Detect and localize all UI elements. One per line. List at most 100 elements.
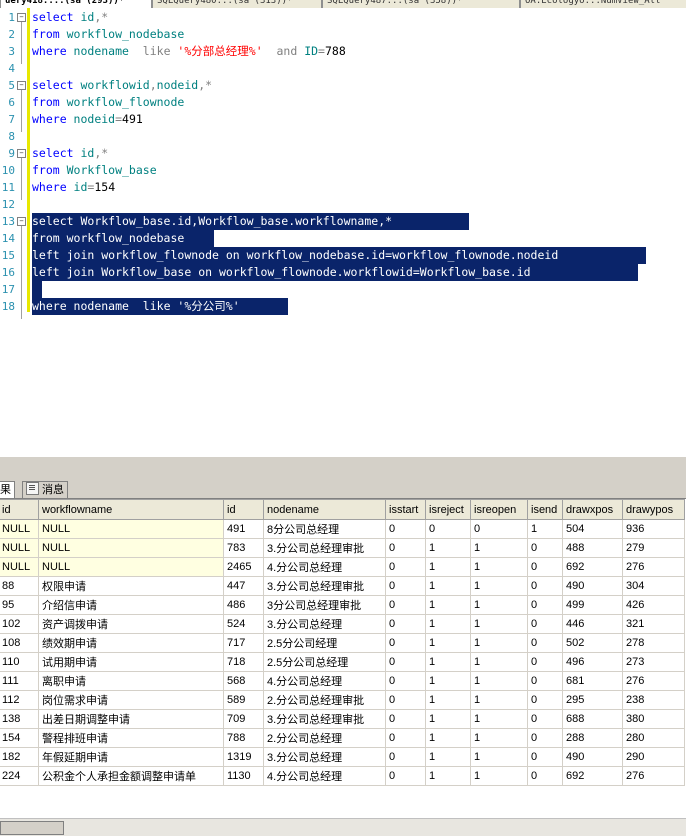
table-cell[interactable]: 1 (470, 614, 528, 634)
table-cell[interactable]: NULL (38, 557, 224, 577)
collapse-icon[interactable]: − (17, 217, 26, 226)
table-cell[interactable]: 1 (470, 652, 528, 672)
table-cell[interactable]: 0 (385, 633, 426, 653)
horizontal-scrollbar[interactable] (0, 818, 686, 836)
table-cell[interactable]: 1 (425, 728, 471, 748)
table-row[interactable]: 224 公积金个人承担金额调整申请单 1130 4.分公司总经理 0 1 1 0 692 276 (0, 766, 685, 786)
document-tab[interactable]: uery418....(sa (293))* (0, 0, 152, 8)
table-row[interactable]: 111 离职申请 568 4.分公司总经理 0 1 1 0 681 276 (0, 671, 685, 691)
table-cell[interactable]: 3.分公司总经理 (263, 614, 386, 634)
table-cell[interactable]: 182 (0, 747, 39, 767)
table-cell[interactable]: 278 (622, 633, 685, 653)
table-cell[interactable]: 446 (562, 614, 623, 634)
table-cell[interactable]: 0 (527, 576, 563, 596)
table-cell[interactable]: 524 (223, 614, 264, 634)
table-cell[interactable]: 0 (385, 766, 426, 786)
table-cell[interactable]: 0 (527, 595, 563, 615)
column-header[interactable]: isstart (385, 499, 426, 520)
table-cell[interactable]: 3.分公司总经理审批 (263, 576, 386, 596)
table-cell[interactable]: 276 (622, 557, 685, 577)
table-cell[interactable]: 276 (622, 671, 685, 691)
table-cell[interactable]: 447 (223, 576, 264, 596)
table-cell[interactable]: 0 (527, 671, 563, 691)
table-cell[interactable]: 224 (0, 766, 39, 786)
collapse-icon[interactable]: − (17, 149, 26, 158)
column-header[interactable]: nodename (263, 499, 386, 520)
table-cell[interactable]: 108 (0, 633, 39, 653)
table-cell[interactable]: 1 (425, 747, 471, 767)
table-cell[interactable]: 1 (425, 690, 471, 710)
sql-editor[interactable]: 1−2 3 4 5−6 7 8 9−10 11 12 13−14 15 16 17 18 select i… (0, 8, 686, 456)
table-cell[interactable]: 504 (562, 519, 623, 539)
table-cell[interactable]: 426 (622, 595, 685, 615)
table-cell[interactable]: 资产调拨申请 (38, 614, 224, 634)
table-cell[interactable]: 288 (562, 728, 623, 748)
table-cell[interactable]: 88 (0, 576, 39, 596)
table-cell[interactable]: 788 (223, 728, 264, 748)
table-cell[interactable]: 0 (527, 766, 563, 786)
table-cell[interactable]: 1 (527, 519, 563, 539)
table-cell[interactable]: 1 (425, 557, 471, 577)
table-cell[interactable]: NULL (0, 519, 39, 539)
table-cell[interactable]: 0 (385, 614, 426, 634)
table-cell[interactable]: 1130 (223, 766, 264, 786)
column-header[interactable]: workflowname (38, 499, 224, 520)
table-cell[interactable]: 273 (622, 652, 685, 672)
table-cell[interactable]: 688 (562, 709, 623, 729)
table-cell[interactable]: 1 (425, 633, 471, 653)
table-cell[interactable]: 公积金个人承担金额调整申请单 (38, 766, 224, 786)
table-cell[interactable]: 0 (527, 728, 563, 748)
table-row[interactable]: NULL NULL 783 3.分公司总经理审批 0 1 1 0 488 279 (0, 538, 685, 558)
collapse-icon[interactable]: − (17, 81, 26, 90)
table-cell[interactable]: 783 (223, 538, 264, 558)
table-cell[interactable]: 2.5分公司经理 (263, 633, 386, 653)
table-cell[interactable]: 238 (622, 690, 685, 710)
table-cell[interactable]: 岗位需求申请 (38, 690, 224, 710)
table-cell[interactable]: 279 (622, 538, 685, 558)
table-cell[interactable]: 3.分公司总经理审批 (263, 538, 386, 558)
pane-splitter[interactable] (0, 456, 686, 481)
table-cell[interactable]: 0 (425, 519, 471, 539)
table-cell[interactable]: 1319 (223, 747, 264, 767)
column-header[interactable]: isreject (425, 499, 471, 520)
table-cell[interactable]: 1 (470, 728, 528, 748)
results-tab-0[interactable]: 果 (0, 481, 15, 498)
table-row[interactable]: 154 警程排班申请 788 2.分公司总经理 0 1 1 0 288 280 (0, 728, 685, 748)
table-cell[interactable]: NULL (0, 557, 39, 577)
table-row[interactable]: 95 介绍信申请 486 3分公司总经理审批 0 1 1 0 499 426 (0, 595, 685, 615)
table-cell[interactable]: 1 (470, 538, 528, 558)
table-cell[interactable]: 8分公司总经理 (263, 519, 386, 539)
table-cell[interactable]: 102 (0, 614, 39, 634)
table-cell[interactable]: 380 (622, 709, 685, 729)
table-cell[interactable]: 496 (562, 652, 623, 672)
table-row[interactable]: NULL NULL 2465 4.分公司总经理 0 1 1 0 692 276 (0, 557, 685, 577)
table-cell[interactable]: 0 (385, 538, 426, 558)
table-cell[interactable]: 568 (223, 671, 264, 691)
results-tab-1[interactable]: 消息 (22, 481, 68, 498)
table-cell[interactable]: 709 (223, 709, 264, 729)
table-cell[interactable]: 1 (425, 538, 471, 558)
table-cell[interactable]: 499 (562, 595, 623, 615)
table-cell[interactable]: 绩效期申请 (38, 633, 224, 653)
table-row[interactable]: 182 年假延期申请 1319 3.分公司总经理 0 1 1 0 490 290 (0, 747, 685, 767)
table-cell[interactable]: 490 (562, 576, 623, 596)
table-cell[interactable]: 717 (223, 633, 264, 653)
table-cell[interactable]: 2.分公司总经理审批 (263, 690, 386, 710)
document-tab[interactable]: SQLQuery487...(sa (358))* (322, 0, 520, 8)
table-cell[interactable]: 0 (527, 557, 563, 577)
table-cell[interactable]: 1 (425, 614, 471, 634)
table-cell[interactable]: 1 (470, 690, 528, 710)
column-header[interactable]: id (223, 499, 264, 520)
table-row[interactable]: 108 绩效期申请 717 2.5分公司经理 0 1 1 0 502 278 (0, 633, 685, 653)
table-cell[interactable]: 0 (385, 709, 426, 729)
table-cell[interactable]: 0 (527, 709, 563, 729)
table-cell[interactable]: NULL (38, 519, 224, 539)
document-tab[interactable]: OA.Ecologyo...NumView_All (520, 0, 686, 8)
table-cell[interactable]: 4.分公司总经理 (263, 671, 386, 691)
table-cell[interactable]: 681 (562, 671, 623, 691)
table-cell[interactable]: 2.5分公司总经理 (263, 652, 386, 672)
table-cell[interactable]: 0 (385, 576, 426, 596)
table-cell[interactable]: 290 (622, 747, 685, 767)
table-row[interactable]: 138 出差日期调整申请 709 3.分公司总经理审批 0 1 1 0 688 380 (0, 709, 685, 729)
table-cell[interactable]: 0 (527, 614, 563, 634)
